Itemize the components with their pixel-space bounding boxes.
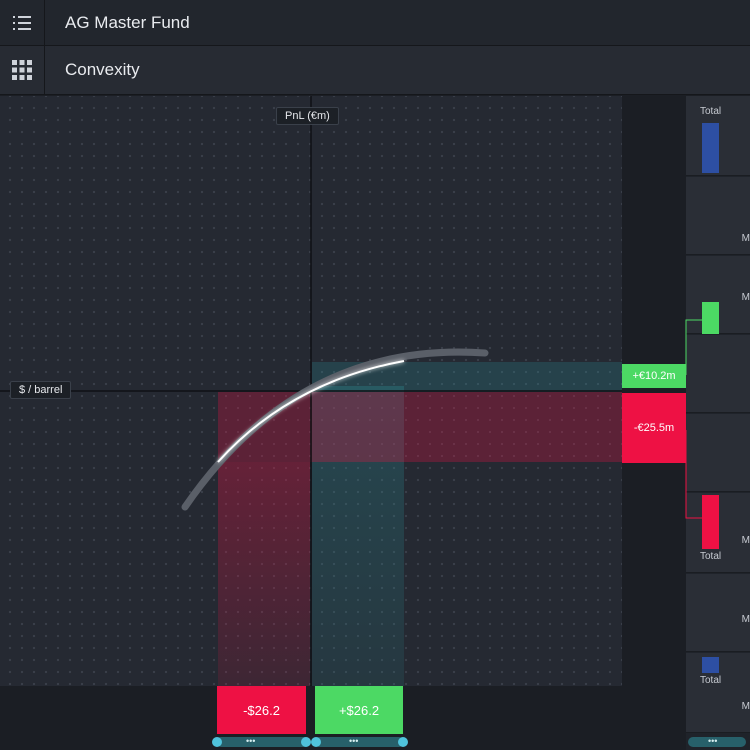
side-panel: Total M M Total M M Total M xyxy=(686,96,750,750)
total-label-top: Total xyxy=(700,106,722,117)
scrubber-handle-left xyxy=(216,737,310,747)
total-cell-mid[interactable]: Total M xyxy=(686,493,750,573)
m-cell-3[interactable] xyxy=(686,335,750,413)
price-up-chip[interactable]: +$26.2 xyxy=(315,686,403,734)
price-down-chip[interactable]: -$26.2 xyxy=(217,686,306,734)
total-bar-bottom xyxy=(702,657,719,673)
bottom-track xyxy=(0,735,686,750)
scrubber-knob xyxy=(301,737,311,747)
total-cell-top[interactable]: Total xyxy=(686,96,750,176)
m-cell-2[interactable]: M xyxy=(686,256,750,334)
scrubber-knob xyxy=(311,737,321,747)
m-label-2: M xyxy=(741,292,750,303)
scrubber-dots-right: ••• xyxy=(349,736,359,746)
pnl-loss-chip[interactable]: -€25.5m xyxy=(622,393,686,463)
view-header: Convexity xyxy=(0,46,750,95)
m-label-4: M xyxy=(741,614,750,625)
m-label-3: M xyxy=(741,535,750,546)
convexity-chart[interactable] xyxy=(0,96,622,686)
m-label-5: M xyxy=(741,701,750,712)
apps-grid-icon xyxy=(12,60,32,80)
view-title: Convexity xyxy=(65,60,140,79)
apps-button[interactable] xyxy=(0,46,45,94)
m-cell-4[interactable] xyxy=(686,414,750,492)
app-header: AG Master Fund xyxy=(0,0,750,46)
scrubber-dots-side: ••• xyxy=(708,736,718,746)
list-icon xyxy=(13,15,31,30)
scrubber-knob xyxy=(212,737,222,747)
m-label-1: M xyxy=(741,233,750,244)
x-axis-label: $ / barrel xyxy=(10,381,72,399)
m-cell-1[interactable]: M xyxy=(686,177,750,255)
total-cell-bottom[interactable]: Total M xyxy=(686,653,750,733)
total-label-mid: Total xyxy=(700,551,722,562)
scrubber-dots-left: ••• xyxy=(246,736,256,746)
y-axis-label: PnL (€m) xyxy=(276,107,339,125)
scrubber-knob xyxy=(398,737,408,747)
pnl-gain-chip[interactable]: +€10.2m xyxy=(622,364,686,388)
fund-title: AG Master Fund xyxy=(65,12,190,32)
gain-bar xyxy=(702,302,719,334)
menu-button[interactable] xyxy=(0,0,45,45)
total-bar-top xyxy=(702,123,719,173)
scrubber-handle-right xyxy=(314,737,404,747)
m-cell-5[interactable]: M xyxy=(686,574,750,652)
total-label-bottom: Total xyxy=(700,675,722,686)
loss-bar xyxy=(702,495,719,549)
